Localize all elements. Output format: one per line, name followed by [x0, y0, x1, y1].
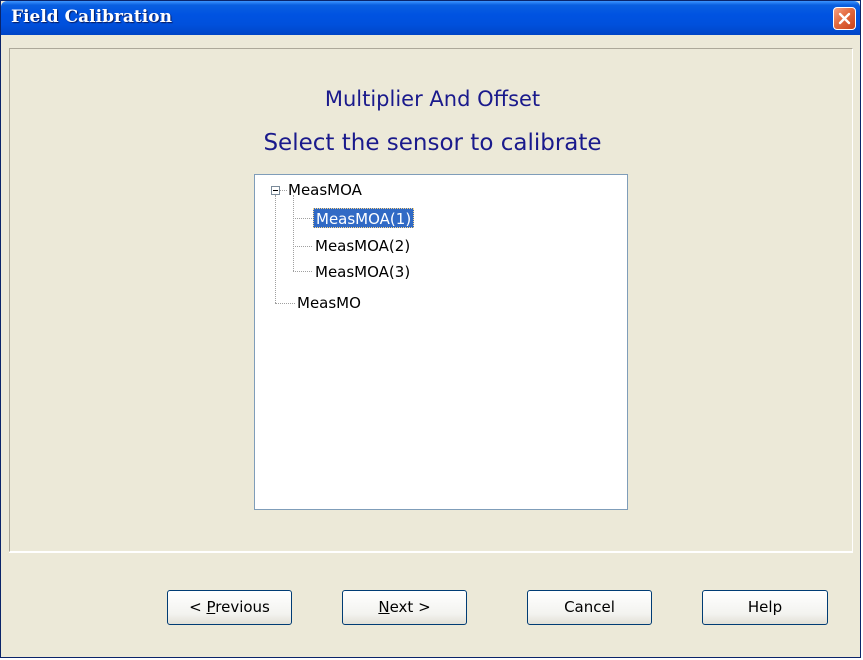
tree-connector: [293, 246, 312, 247]
tree-node-measmoa-3[interactable]: MeasMOA(3): [313, 262, 412, 282]
tree-node-measmoa[interactable]: MeasMOA: [286, 180, 364, 200]
page-subtitle: Select the sensor to calibrate: [263, 130, 602, 156]
sensor-tree[interactable]: MeasMOA MeasMOA(1) MeasMOA(2) MeasMOA(3)…: [254, 174, 628, 510]
cancel-button[interactable]: Cancel: [527, 590, 652, 625]
next-button[interactable]: Next >: [342, 590, 467, 625]
footer-separator: [9, 552, 853, 553]
tree-connector: [293, 218, 312, 219]
close-button[interactable]: [833, 7, 856, 30]
close-icon: [838, 12, 851, 25]
help-button[interactable]: Help: [702, 590, 828, 625]
field-calibration-dialog: Field Calibration Multiplier And Offset …: [0, 0, 861, 658]
previous-button[interactable]: < Previous: [167, 590, 292, 625]
previous-rest: revious: [215, 598, 270, 616]
tree-guide-children: [293, 195, 294, 271]
title-bar[interactable]: Field Calibration: [1, 1, 860, 35]
collapse-expander-icon[interactable]: [271, 186, 280, 195]
tree-connector: [275, 303, 295, 304]
previous-mnemonic: P: [206, 598, 216, 616]
tree-connector: [293, 271, 312, 272]
tree-guide-root: [275, 195, 276, 303]
tree-node-measmoa-1[interactable]: MeasMOA(1): [313, 208, 415, 228]
next-mnemonic: N: [378, 598, 390, 616]
tree-node-measmo[interactable]: MeasMO: [295, 293, 363, 313]
window-title: Field Calibration: [11, 7, 172, 27]
page-title: Multiplier And Offset: [324, 87, 541, 111]
previous-prefix: <: [189, 598, 207, 616]
next-rest: ext >: [389, 598, 431, 616]
tree-node-measmoa-2[interactable]: MeasMOA(2): [313, 236, 412, 256]
